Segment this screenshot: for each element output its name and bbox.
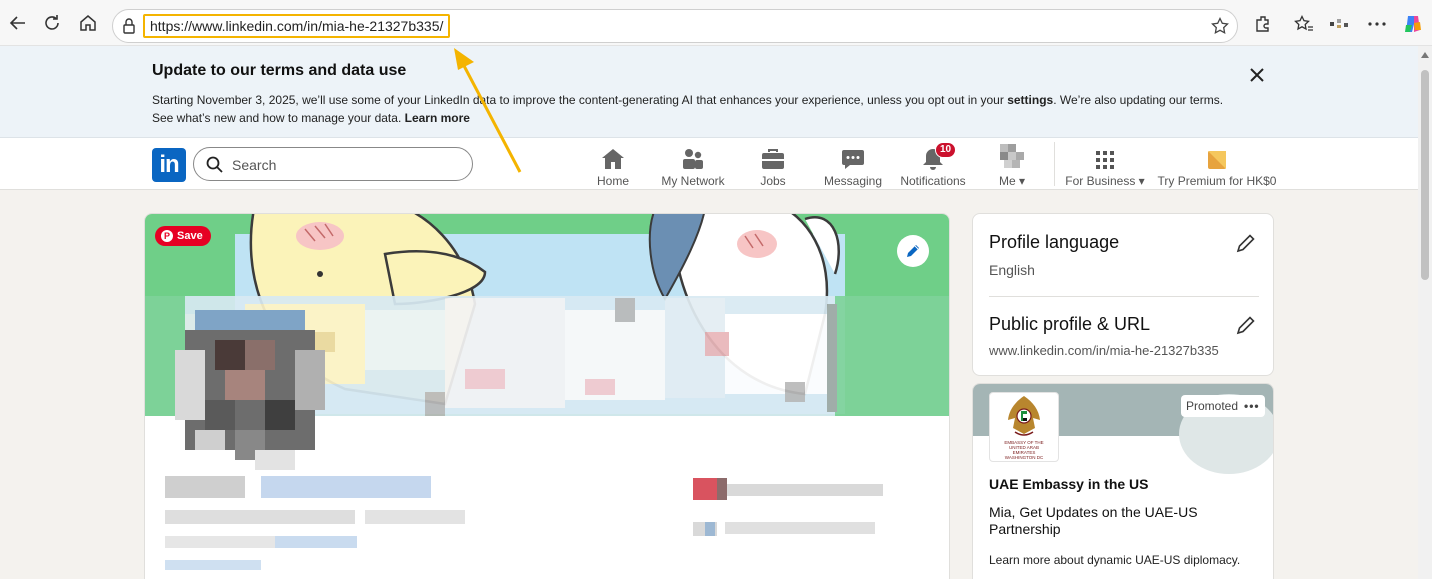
pinterest-icon: P [161,230,173,242]
edit-url-pencil-icon[interactable] [1235,314,1257,336]
linkedin-logo[interactable]: in [152,148,186,182]
profile-language-title: Profile language [989,232,1120,252]
back-icon[interactable] [6,11,30,35]
nav-jobs[interactable]: Jobs [758,144,788,188]
premium-icon [1207,144,1227,170]
notifications-badge: 10 [935,142,957,158]
ad-message: Mia, Get Updates on the UAE-US Partnersh… [989,504,1198,537]
falcon-emblem-icon [1008,396,1040,436]
nav-me[interactable]: Me ▾ [994,144,1030,188]
address-bar[interactable]: https://www.linkedin.com/in/mia-he-21327… [112,9,1238,43]
copilot-icon[interactable] [1402,13,1424,35]
notice-title: Update to our terms and data use [152,62,407,79]
notice-line-1: Starting November 3, 2025, we’ll use som… [152,93,1224,107]
page-scrollbar[interactable] [1418,46,1432,579]
search-input[interactable] [232,155,452,175]
scroll-thumb[interactable] [1421,70,1429,280]
refresh-icon[interactable] [40,11,64,35]
nav-try-premium[interactable]: Try Premium for HK$0 [1158,144,1276,188]
close-icon[interactable] [1248,66,1266,84]
search-icon [206,156,223,173]
terms-notice-banner: Update to our terms and data use Startin… [0,46,1418,138]
favorite-star-icon[interactable] [1211,17,1229,35]
public-profile-url-title: Public profile & URL [989,314,1151,334]
profile-extension-icon[interactable] [1328,13,1350,35]
public-profile-url-value: www.linkedin.com/in/mia-he-21327b335 [989,343,1219,358]
browser-toolbar: https://www.linkedin.com/in/mia-he-21327… [0,0,1432,46]
annotation-arrow [454,48,522,173]
chevron-down-icon: ▾ [1138,174,1145,188]
profile-language-value: English [989,262,1035,278]
more-menu-icon[interactable] [1366,13,1388,35]
uae-embassy-logo[interactable]: EMBASSY OF THE UNITED ARAB EMIRATES WASH… [989,392,1059,462]
promoted-label[interactable]: Promoted ••• [1181,395,1265,417]
more-options-icon[interactable]: ••• [1244,399,1260,413]
favorites-icon[interactable] [1293,13,1315,35]
settings-link[interactable]: settings [1007,93,1053,107]
lock-icon [123,18,135,34]
profile-card: P Save [144,213,950,579]
profile-settings-card: Profile language English Public profile … [972,213,1274,376]
grid-apps-icon [1095,144,1115,170]
promoted-ad-card[interactable]: Promoted ••• EMBASSY OF THE UNITED ARAB … [972,383,1274,579]
extensions-icon[interactable] [1252,13,1274,35]
ad-description: Learn more about dynamic UAE-US diplomac… [989,553,1241,567]
nav-notifications[interactable]: 10 Notifications [898,142,968,188]
nav-home[interactable]: Home [596,144,630,188]
url-text[interactable]: https://www.linkedin.com/in/mia-he-21327… [143,14,451,38]
scroll-up-icon[interactable] [1421,52,1429,58]
nav-messaging[interactable]: Messaging [822,144,884,188]
search-box[interactable] [193,147,473,181]
edit-cover-button[interactable] [897,235,929,267]
briefcase-icon [761,144,785,170]
header-divider [1054,142,1055,186]
linkedin-header: in Home My Network Jobs Messaging 10 Not… [0,138,1418,190]
ad-company-name[interactable]: UAE Embassy in the US [989,476,1149,492]
chevron-down-icon: ▾ [1018,174,1026,188]
messaging-icon [841,144,865,170]
avatar [998,144,1026,170]
home-nav-icon [601,144,625,170]
notice-line-2: See what’s new and how to manage your da… [152,111,470,125]
edit-language-pencil-icon[interactable] [1235,232,1257,254]
pinterest-save-button[interactable]: P Save [155,226,211,246]
nav-my-network[interactable]: My Network [658,144,728,188]
bell-icon: 10 [921,142,957,170]
nav-for-business[interactable]: For Business ▾ [1064,144,1146,188]
network-nav-icon [681,144,705,170]
pencil-icon [907,245,919,257]
profile-details-pixelated [165,476,883,570]
avatar[interactable] [175,300,325,470]
home-icon[interactable] [76,11,100,35]
